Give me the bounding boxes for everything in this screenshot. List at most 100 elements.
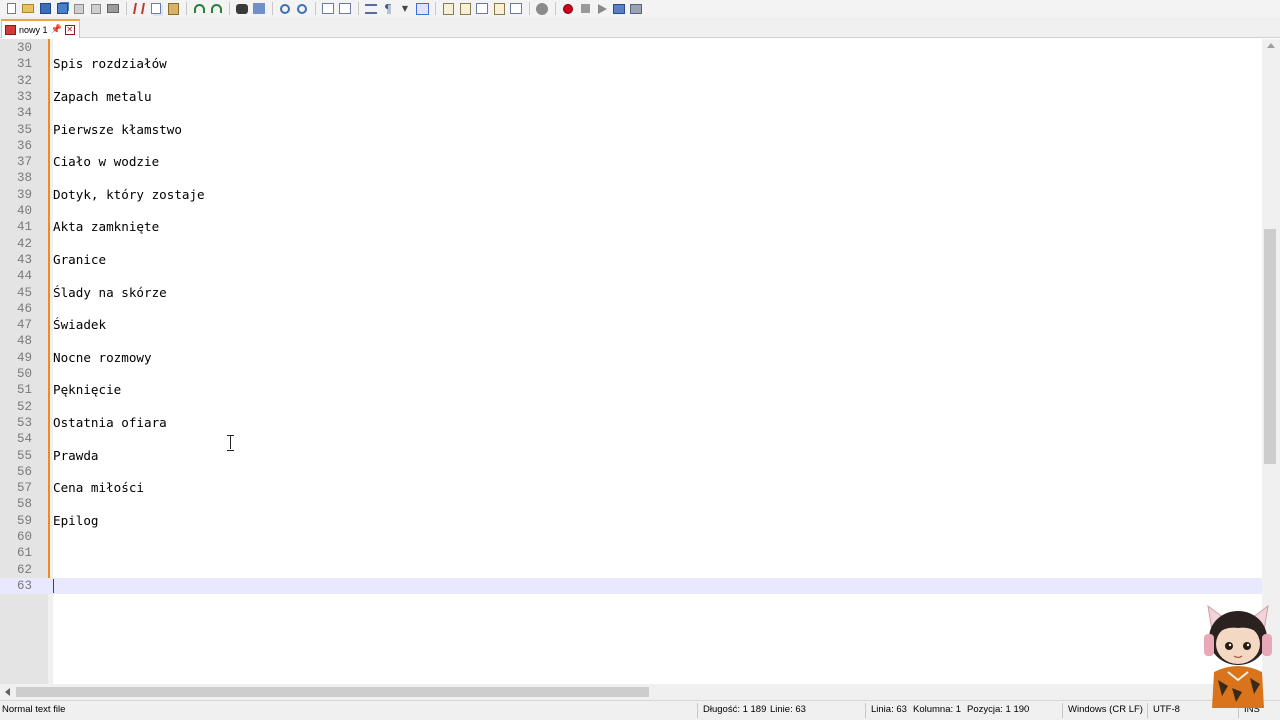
redo-button[interactable] — [208, 2, 224, 16]
status-eol[interactable]: Windows (CR LF) — [1068, 704, 1143, 715]
pin-icon[interactable]: 📌 — [51, 25, 62, 35]
editor-line[interactable]: 34 — [0, 105, 1262, 121]
line-text[interactable]: Ostatnia ofiara — [53, 415, 167, 431]
document-map-button[interactable] — [440, 2, 456, 16]
run-macro-multiple-button[interactable] — [611, 2, 627, 16]
horizontal-scrollbar[interactable] — [0, 684, 1262, 700]
open-file-button[interactable] — [20, 2, 36, 16]
line-text[interactable]: Ciało w wodzie — [53, 154, 159, 170]
zoom-in-button[interactable] — [277, 2, 293, 16]
close-button[interactable] — [71, 2, 87, 16]
editor-line[interactable]: 48 — [0, 333, 1262, 349]
current-line[interactable]: 63 — [0, 577, 1262, 595]
function-list-button[interactable] — [457, 2, 473, 16]
editor-line[interactable]: 51 Pęknięcie — [0, 382, 1262, 398]
line-text[interactable]: Ślady na skórze — [53, 285, 167, 301]
editor-line[interactable]: 33 Zapach metalu — [0, 89, 1262, 105]
close-all-button[interactable] — [88, 2, 104, 16]
monitoring-button[interactable] — [534, 2, 550, 16]
save-button[interactable] — [37, 2, 53, 16]
editor-line[interactable]: 47 Świadek — [0, 317, 1262, 333]
replace-button[interactable] — [251, 2, 267, 16]
editor-line[interactable]: 32 — [0, 73, 1262, 89]
line-text[interactable]: Pęknięcie — [53, 382, 121, 398]
horizontal-scroll-thumb[interactable] — [16, 687, 649, 697]
line-text[interactable]: Świadek — [53, 317, 106, 333]
vertical-scroll-thumb[interactable] — [1264, 229, 1276, 464]
editor-line[interactable]: 42 — [0, 236, 1262, 252]
line-text[interactable]: Cena miłości — [53, 480, 144, 496]
line-number: 49 — [16, 350, 32, 365]
editor-line[interactable]: 45 Ślady na skórze — [0, 285, 1262, 301]
cut-icon — [133, 3, 145, 14]
record-macro-button[interactable] — [560, 2, 576, 16]
editor-line[interactable]: 60 — [0, 529, 1262, 545]
line-text[interactable]: Pierwsze kłamstwo — [53, 122, 182, 138]
line-text[interactable]: Nocne rozmowy — [53, 350, 152, 366]
scroll-up-arrow-icon[interactable] — [1267, 43, 1275, 48]
print-button[interactable] — [105, 2, 121, 16]
save-all-button[interactable] — [54, 2, 70, 16]
show-symbol-dropdown[interactable]: ▼ — [397, 2, 413, 16]
editor-area[interactable]: 30 31 Spis rozdziałów 32 33 Zapach metalu 34 35… — [0, 39, 1280, 684]
editor-line[interactable]: 31 Spis rozdziałów — [0, 56, 1262, 72]
find-button[interactable] — [234, 2, 250, 16]
line-text[interactable]: Prawda — [53, 448, 99, 464]
line-text[interactable]: Granice — [53, 252, 106, 268]
line-text[interactable]: Spis rozdziałów — [53, 56, 167, 72]
editor-line[interactable]: 40 — [0, 203, 1262, 219]
editor-line[interactable]: 39 Dotyk, który zostaje — [0, 187, 1262, 203]
editor-line[interactable]: 53 Ostatnia ofiara — [0, 415, 1262, 431]
line-text[interactable]: Dotyk, który zostaje — [53, 187, 205, 203]
new-file-button[interactable] — [3, 2, 19, 16]
tab-nowy-1[interactable]: nowy 1 📌 ✕ — [1, 19, 80, 38]
line-number: 48 — [16, 334, 32, 349]
folder-as-workspace-button[interactable] — [474, 2, 490, 16]
sync-vertical-button[interactable] — [320, 2, 336, 16]
editor-line[interactable]: 62 — [0, 562, 1262, 578]
editor-line[interactable]: 49 Nocne rozmowy — [0, 350, 1262, 366]
line-text[interactable]: Zapach metalu — [53, 89, 152, 105]
editor-line[interactable]: 44 — [0, 268, 1262, 284]
sync-horizontal-button[interactable] — [337, 2, 353, 16]
cut-button[interactable] — [131, 2, 147, 16]
paste-icon — [167, 2, 179, 15]
editor-line[interactable]: 38 — [0, 170, 1262, 186]
line-number: 52 — [16, 399, 32, 414]
undo-button[interactable] — [191, 2, 207, 16]
editor-line[interactable]: 41 Akta zamknięte — [0, 219, 1262, 235]
show-all-characters-button[interactable]: ¶ — [380, 2, 396, 16]
vertical-scrollbar[interactable] — [1262, 39, 1280, 684]
editor-line[interactable]: 35 Pierwsze kłamstwo — [0, 122, 1262, 138]
scroll-left-arrow-icon[interactable] — [5, 688, 10, 696]
sort-button[interactable] — [508, 2, 524, 16]
playback-macro-button[interactable] — [594, 2, 610, 16]
editor-line[interactable]: 36 — [0, 138, 1262, 154]
editor-line[interactable]: 57 Cena miłości — [0, 480, 1262, 496]
editor-line[interactable]: 58 — [0, 496, 1262, 512]
editor-line[interactable]: 55 Prawda — [0, 448, 1262, 464]
editor-line[interactable]: 54 — [0, 431, 1262, 447]
save-macro-button[interactable] — [628, 2, 644, 16]
word-wrap-button[interactable] — [363, 2, 379, 16]
editor-line[interactable]: 61 — [0, 545, 1262, 561]
editor-line[interactable]: 50 — [0, 366, 1262, 382]
status-encoding[interactable]: UTF-8 — [1153, 704, 1180, 715]
doc-list-button[interactable] — [491, 2, 507, 16]
editor-line[interactable]: 46 — [0, 301, 1262, 317]
editor-line[interactable]: 56 — [0, 464, 1262, 480]
stop-recording-button[interactable] — [577, 2, 593, 16]
line-text[interactable]: Epilog — [53, 513, 99, 529]
copy-button[interactable] — [148, 2, 164, 16]
editor-line[interactable]: 30 — [0, 40, 1262, 56]
editor-line[interactable]: 52 — [0, 399, 1262, 415]
paste-button[interactable] — [165, 2, 181, 16]
editor-line[interactable]: 37 Ciało w wodzie — [0, 154, 1262, 170]
indent-guide-button[interactable] — [414, 2, 430, 16]
zoom-out-button[interactable] — [294, 2, 310, 16]
line-text[interactable]: Akta zamknięte — [53, 219, 159, 235]
editor-line[interactable]: 43 Granice — [0, 252, 1262, 268]
editor-line[interactable]: 59 Epilog — [0, 513, 1262, 529]
status-bar: Normal text file Długość: 1 189 Linie: 6… — [0, 700, 1280, 720]
close-icon[interactable]: ✕ — [64, 24, 75, 35]
